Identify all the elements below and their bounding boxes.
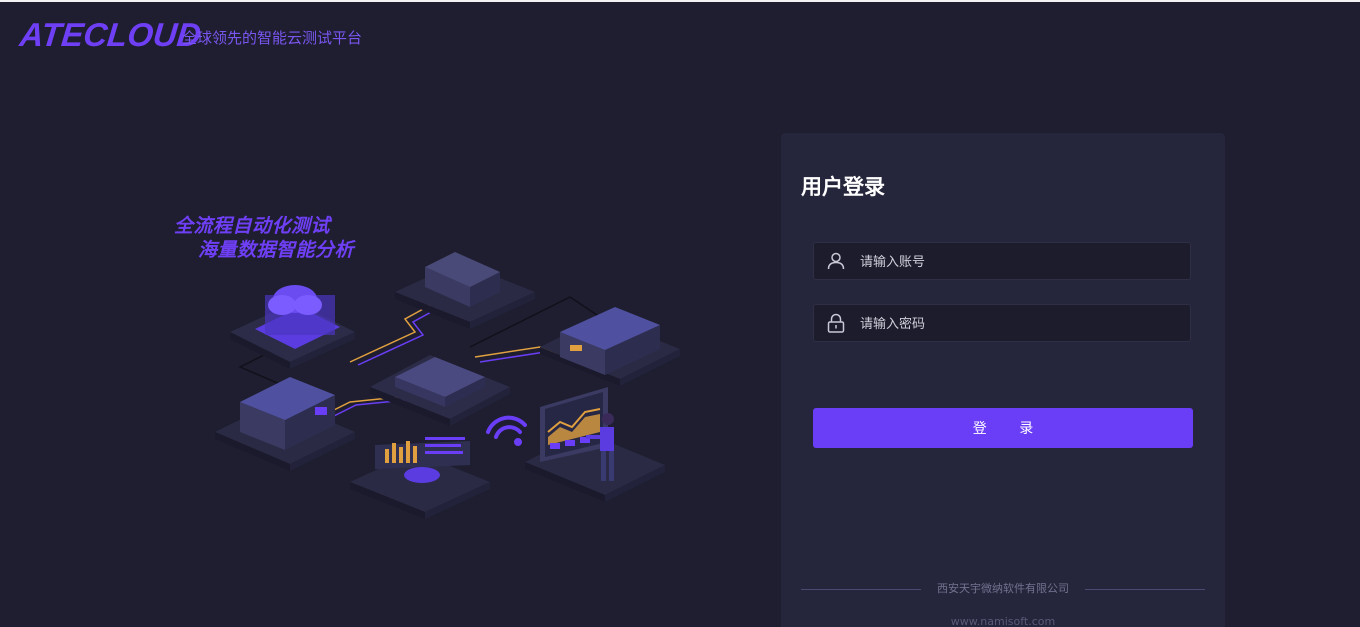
login-page: ATECLOUD 全球领先的智能云测试平台 全流程自动化测试 海量数据智能分析 … [0,0,1360,627]
password-input[interactable] [858,305,1182,343]
slogan-line-1: 全流程自动化测试 [174,215,331,237]
platform-tagline: 全球领先的智能云测试平台 [182,29,363,47]
dashboard-platform [525,387,665,502]
company-name: 西安天宇微纳软件有限公司 [937,582,1069,595]
username-field[interactable] [813,242,1191,281]
login-title: 用户登录 [801,175,885,199]
isometric-illustration [215,252,680,519]
password-field[interactable] [813,304,1191,343]
wifi-signal [486,415,527,446]
cloud-platform [230,285,355,369]
lock-icon [827,313,845,333]
center-hub-platform [370,355,510,426]
login-panel: 用户登录 登 录 西安天宇微纳软件有限公司 www.namisoft.com [781,133,1225,627]
server-platform [215,377,355,471]
company-website: www.namisoft.com [950,615,1056,627]
footer-divider-right [1085,589,1205,590]
username-input[interactable] [858,243,1182,281]
ateclou-logo: ATECLOUD [18,16,203,53]
user-icon [827,252,845,270]
bar-chart-platform [350,437,490,519]
login-button[interactable]: 登 录 [813,408,1193,448]
slogan-line-2: 海量数据智能分析 [198,239,355,261]
rack-instrument-platform [540,307,680,386]
footer-divider-left [801,589,921,590]
